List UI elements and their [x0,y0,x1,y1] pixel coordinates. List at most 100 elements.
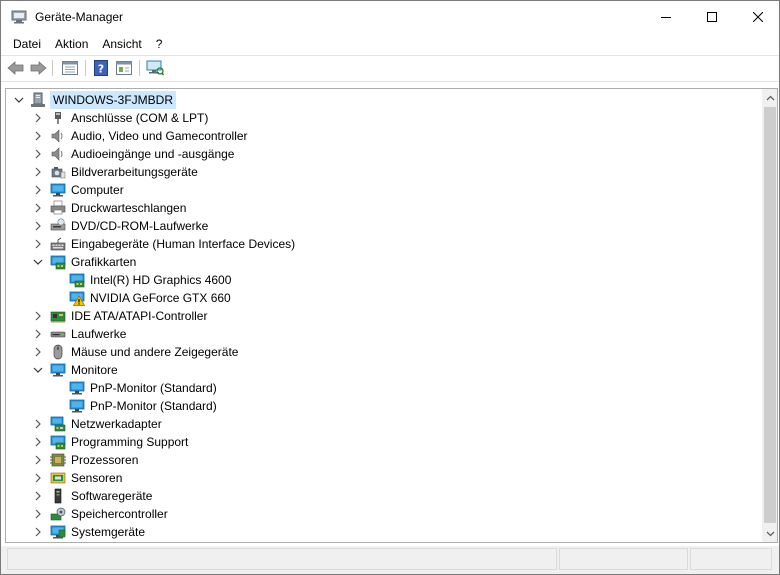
tree-category-row[interactable]: IDE ATA/ATAPI-Controller [6,307,760,325]
close-button[interactable] [735,1,780,33]
tree-device-row[interactable]: Intel(R) HD Graphics 4600 [6,271,760,289]
network-adapter-icon [50,416,66,432]
toolbar-separator [85,60,86,76]
expand-chevron-icon[interactable] [32,145,44,163]
tree-category-row[interactable]: Audioeingänge und -ausgänge [6,145,760,163]
tree-device-row[interactable]: PnP-Monitor (Standard) [6,379,760,397]
tree-item-label: Intel(R) HD Graphics 4600 [90,273,232,287]
tree-category-row[interactable]: Computer [6,181,760,199]
scan-hardware-icon [146,60,164,76]
display-adapter-warning-icon [69,290,86,306]
expand-chevron-icon[interactable] [32,199,44,217]
menu-aktion[interactable]: Aktion [48,34,95,54]
ide-controller-icon [50,308,66,324]
status-pane-tertiary [690,548,772,570]
expand-chevron-icon[interactable] [32,217,44,235]
back-button[interactable] [6,59,26,77]
speaker-icon [50,128,66,144]
tree-item-label: NVIDIA GeForce GTX 660 [90,291,231,305]
tree-category-row[interactable]: Monitore [6,361,760,379]
expand-chevron-icon[interactable] [32,181,44,199]
menu-help[interactable]: ? [149,34,170,54]
system-device-icon [50,524,66,540]
mouse-icon [50,344,66,360]
tree-category-row[interactable]: Prozessoren [6,451,760,469]
device-tree[interactable]: WINDOWS-3FJMBDR Anschlüsse (COM & LPT) Au… [6,91,760,541]
expand-chevron-icon[interactable] [32,343,44,361]
tree-category-row[interactable]: Mäuse und andere Zeigegeräte [6,343,760,361]
tree-item-label: Laufwerke [71,327,127,341]
tree-item-label: Systemgeräte [71,525,146,539]
expand-chevron-icon[interactable] [32,451,44,469]
tree-device-row[interactable]: NVIDIA GeForce GTX 660 [6,289,760,307]
minimize-button[interactable] [643,1,689,33]
display-adapter-icon [69,272,85,288]
expand-chevron-icon[interactable] [32,235,44,253]
tree-item-label: Druckwarteschlangen [71,201,187,215]
speaker-icon [50,146,66,162]
menu-datei[interactable]: Datei [6,34,48,54]
tree-category-row[interactable]: Laufwerke [6,325,760,343]
monitor-icon [50,362,66,378]
show-hidden-button[interactable] [114,59,134,77]
collapse-chevron-icon[interactable] [13,91,25,109]
expand-chevron-icon[interactable] [32,325,44,343]
expand-chevron-icon[interactable] [32,163,44,181]
collapse-chevron-icon[interactable] [32,361,44,379]
tree-category-row[interactable]: Bildverarbeitungsgeräte [6,163,760,181]
tree-item-label: Audioeingänge und -ausgänge [71,147,235,161]
tree-root-label: WINDOWS-3FJMBDR [50,91,176,109]
expand-chevron-icon[interactable] [32,415,44,433]
tree-item-label: Monitore [71,363,118,377]
status-pane-main [7,548,557,570]
tree-category-row[interactable]: DVD/CD-ROM-Laufwerke [6,217,760,235]
title-bar[interactable]: Geräte-Manager [1,1,779,33]
expand-chevron-icon[interactable] [32,505,44,523]
scroll-up-button[interactable] [762,89,777,106]
tree-device-row[interactable]: PnP-Monitor (Standard) [6,397,760,415]
menu-bar: Datei Aktion Ansicht ? [1,34,779,54]
tree-category-row[interactable]: Grafikkarten [6,253,760,271]
expand-chevron-icon[interactable] [32,469,44,487]
tree-category-row[interactable]: Netzwerkadapter [6,415,760,433]
minimize-icon [661,17,671,18]
tree-category-row[interactable]: Sensoren [6,469,760,487]
expand-chevron-icon[interactable] [32,487,44,505]
scroll-down-arrow-icon [766,531,774,536]
hid-icon [50,236,66,252]
scan-hardware-button[interactable] [145,59,165,77]
tree-item-label: PnP-Monitor (Standard) [90,399,217,413]
forward-button[interactable] [28,59,48,77]
tree-item-label: Speichercontroller [71,507,168,521]
svg-text:?: ? [98,63,104,76]
vertical-scrollbar[interactable] [762,89,777,542]
help-button[interactable]: ? [91,59,111,77]
tree-category-row[interactable]: Anschlüsse (COM & LPT) [6,109,760,127]
tree-category-row[interactable]: Speichercontroller [6,505,760,523]
tree-category-row[interactable]: Systemgeräte [6,523,760,541]
expand-chevron-icon[interactable] [32,523,44,541]
back-icon [7,61,24,75]
tree-item-label: Netzwerkadapter [71,417,162,431]
tree-root-row[interactable]: WINDOWS-3FJMBDR [6,91,760,109]
scroll-up-arrow-icon [766,95,774,100]
expand-chevron-icon[interactable] [32,127,44,145]
properties-pane-button[interactable] [60,59,80,77]
collapse-chevron-icon[interactable] [32,253,44,271]
expand-chevron-icon[interactable] [32,433,44,451]
scroll-down-button[interactable] [762,525,777,542]
expand-chevron-icon[interactable] [32,109,44,127]
maximize-button[interactable] [689,1,735,33]
storage-controller-icon [50,506,66,522]
tree-category-row[interactable]: Druckwarteschlangen [6,199,760,217]
menu-ansicht[interactable]: Ansicht [95,34,148,54]
tree-category-row[interactable]: Audio, Video und Gamecontroller [6,127,760,145]
monitor-icon [69,398,85,414]
scrollbar-thumb[interactable] [764,107,776,523]
expand-chevron-icon[interactable] [32,307,44,325]
port-icon [50,110,66,126]
tree-category-row[interactable]: Softwaregeräte [6,487,760,505]
tree-category-row[interactable]: Programming Support [6,433,760,451]
toolbar: ? [1,56,779,80]
tree-category-row[interactable]: Eingabegeräte (Human Interface Devices) [6,235,760,253]
